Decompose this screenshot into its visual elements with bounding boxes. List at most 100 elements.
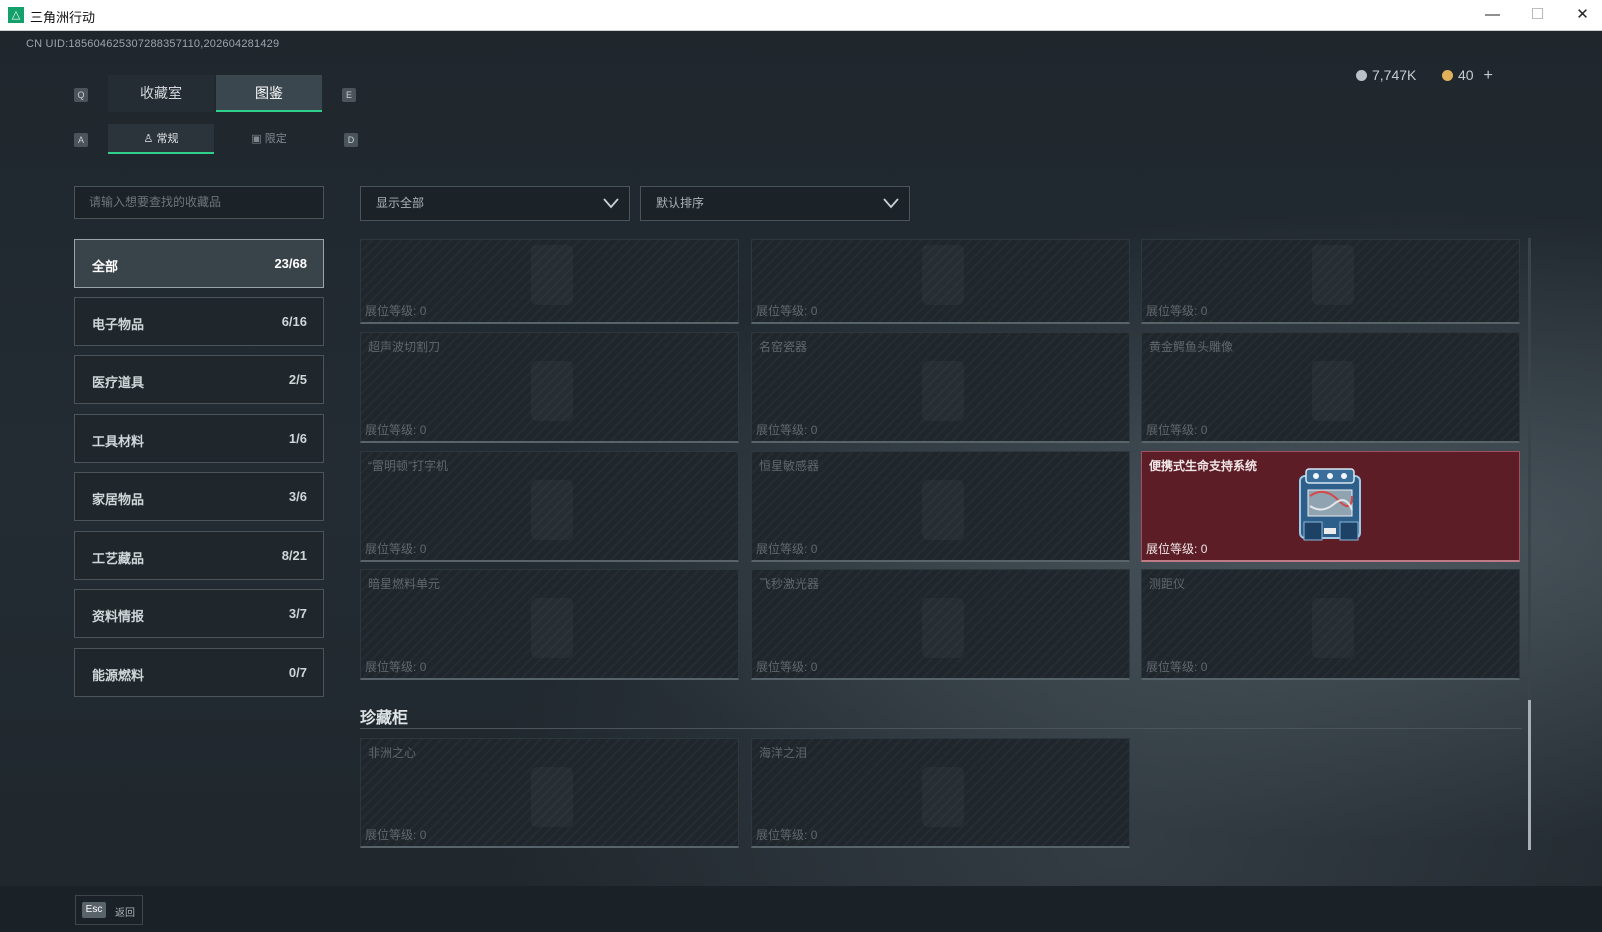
category-tools[interactable]: 工具材料 1/6: [74, 414, 324, 463]
maximize-button[interactable]: ☐: [1515, 0, 1560, 30]
item-card[interactable]: 超声波切割刀 展位等级: 0: [360, 332, 739, 443]
chevron-down-icon: [603, 198, 619, 209]
scrollbar-thumb[interactable]: [1528, 700, 1531, 850]
item-silhouette: [531, 480, 573, 540]
currency-premium: 40 +: [1442, 67, 1493, 85]
item-level: 展位等级: 0: [365, 828, 427, 842]
category-count: 3/7: [288, 606, 307, 621]
category-fuel[interactable]: 能源燃料 0/7: [74, 648, 324, 697]
subtab-label: 限定: [264, 133, 287, 145]
life-support-system-icon: [1299, 468, 1361, 541]
user-uid: CN UID:185604625307288357110,20260428142…: [26, 38, 280, 50]
item-name: 超声波切割刀: [368, 340, 441, 354]
item-silhouette: [1312, 361, 1354, 421]
section-divider: [360, 728, 1522, 729]
window-title: 三角洲行动: [30, 10, 96, 25]
subtab-label: 常规: [156, 133, 179, 145]
section-title: 珍藏柜: [360, 710, 409, 727]
item-card[interactable]: 展位等级: 0: [360, 239, 739, 324]
item-silhouette: [922, 480, 964, 540]
subtab-limited[interactable]: ▣ 限定: [216, 124, 322, 154]
item-silhouette: [922, 361, 964, 421]
category-intel[interactable]: 资料情报 3/7: [74, 589, 324, 638]
item-name: 便携式生命支持系统: [1149, 459, 1258, 473]
category-household[interactable]: 家居物品 3/6: [74, 472, 324, 521]
search-input[interactable]: 请输入想要查找的收藏品: [74, 186, 324, 219]
item-level: 展位等级: 0: [365, 423, 427, 437]
item-name: 恒星敏感器: [759, 459, 820, 473]
sort-dropdown[interactable]: 默认排序: [640, 186, 910, 221]
category-medical[interactable]: 医疗道具 2/5: [74, 355, 324, 404]
item-silhouette: [531, 598, 573, 658]
item-silhouette: [922, 245, 964, 305]
back-button[interactable]: Esc 返回: [75, 895, 143, 925]
category-count: 1/6: [288, 431, 307, 446]
category-crafts[interactable]: 工艺藏品 8/21: [74, 531, 324, 580]
subtab-regular[interactable]: ♙ 常规: [108, 124, 214, 154]
item-name: “雷明顿”打字机: [368, 459, 448, 473]
silver-coin-icon: [1356, 70, 1367, 81]
minimize-button[interactable]: —: [1470, 0, 1515, 30]
tab-catalog[interactable]: 图鉴: [216, 75, 322, 112]
item-level: 展位等级: 0: [756, 542, 818, 556]
item-level: 展位等级: 0: [365, 542, 427, 556]
currency-value: 7,747K: [1372, 67, 1417, 83]
item-card[interactable]: 暗星燃料单元 展位等级: 0: [360, 569, 739, 680]
item-card[interactable]: 测距仪 展位等级: 0: [1141, 569, 1520, 680]
item-card[interactable]: 名窑瓷器 展位等级: 0: [751, 332, 1130, 443]
key-hint-q: Q: [74, 88, 88, 102]
figure-icon: ♙: [143, 133, 154, 145]
item-level: 展位等级: 0: [365, 660, 427, 674]
item-card-owned[interactable]: 便携式生命支持系统 展位等级: 0: [1141, 451, 1520, 562]
item-name: 海洋之泪: [759, 746, 808, 760]
category-count: 3/6: [288, 489, 307, 504]
item-level: 展位等级: 0: [1146, 660, 1208, 674]
item-silhouette: [531, 361, 573, 421]
treasure-card[interactable]: 海洋之泪 展位等级: 0: [751, 738, 1130, 848]
item-silhouette: [1312, 598, 1354, 658]
bottom-bar: [0, 886, 1602, 932]
item-card[interactable]: 恒星敏感器 展位等级: 0: [751, 451, 1130, 562]
close-button[interactable]: ✕: [1560, 0, 1602, 30]
key-hint-d: D: [344, 133, 358, 147]
item-level: 展位等级: 0: [365, 304, 427, 318]
item-name: 黄金鳄鱼头雕像: [1149, 340, 1234, 354]
category-label: 医疗道具: [92, 375, 145, 390]
category-label: 电子物品: [92, 317, 145, 332]
tab-collection-room[interactable]: 收藏室: [108, 75, 214, 112]
item-silhouette: [531, 767, 573, 827]
item-level: 展位等级: 0: [756, 660, 818, 674]
key-hint-e: E: [342, 88, 356, 102]
item-level: 展位等级: 0: [1146, 542, 1208, 556]
category-count: 2/5: [288, 372, 307, 387]
category-electronics[interactable]: 电子物品 6/16: [74, 297, 324, 346]
item-card[interactable]: 展位等级: 0: [1141, 239, 1520, 324]
item-level: 展位等级: 0: [756, 304, 818, 318]
item-card[interactable]: “雷明顿”打字机 展位等级: 0: [360, 451, 739, 562]
currency-value: 40: [1458, 67, 1474, 83]
category-all[interactable]: 全部 23/68: [74, 239, 324, 288]
item-card[interactable]: 黄金鳄鱼头雕像 展位等级: 0: [1141, 332, 1520, 443]
item-card[interactable]: 飞秒激光器 展位等级: 0: [751, 569, 1130, 680]
add-currency-button[interactable]: +: [1483, 67, 1492, 84]
category-label: 全部: [92, 259, 119, 274]
item-silhouette: [922, 598, 964, 658]
item-name: 测距仪: [1149, 577, 1186, 591]
gold-coin-icon: [1442, 70, 1453, 81]
item-card[interactable]: 展位等级: 0: [751, 239, 1130, 324]
item-level: 展位等级: 0: [1146, 304, 1208, 318]
window-titlebar: △ 三角洲行动 — ☐ ✕: [0, 0, 1602, 31]
treasure-card[interactable]: 非洲之心 展位等级: 0: [360, 738, 739, 848]
filter-dropdown[interactable]: 显示全部: [360, 186, 630, 221]
back-label: 返回: [115, 908, 135, 919]
category-label: 工艺藏品: [92, 551, 145, 566]
item-level: 展位等级: 0: [756, 828, 818, 842]
chevron-down-icon: [883, 198, 899, 209]
item-silhouette: [531, 245, 573, 305]
category-count: 8/21: [281, 548, 307, 563]
item-level: 展位等级: 0: [756, 423, 818, 437]
item-silhouette: [1312, 245, 1354, 305]
category-count: 0/7: [288, 665, 307, 680]
app-logo-icon: △: [8, 7, 24, 23]
currency-coins: 7,747K: [1356, 67, 1416, 83]
